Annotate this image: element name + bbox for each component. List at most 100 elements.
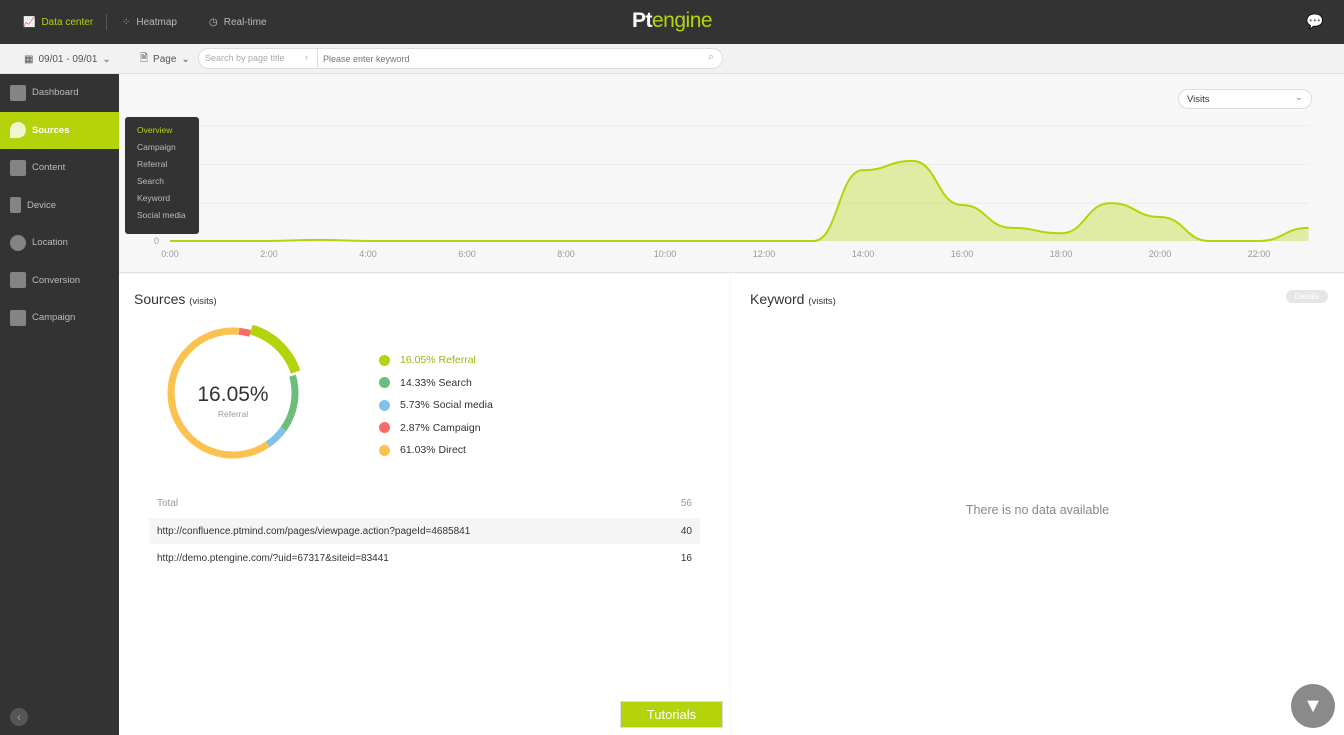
x-tick-label: 10:00 bbox=[654, 249, 677, 259]
filter-button[interactable]: ▼ bbox=[1291, 684, 1335, 728]
page-select-label: Page bbox=[153, 53, 177, 65]
keyword-input[interactable] bbox=[323, 51, 693, 66]
tablet-icon bbox=[10, 197, 21, 214]
table-row[interactable]: http://confluence.ptmind.com/pages/viewp… bbox=[149, 518, 700, 544]
chat-icon[interactable]: 💬 bbox=[1306, 13, 1323, 30]
trend-chart: 0 0:00 2:00 4:00 6:00 8:00 10:00 12:00 14:00 16:0… bbox=[119, 74, 1344, 273]
legend-item[interactable]: 2.87% Campaign bbox=[379, 417, 493, 440]
logo: Ptengine bbox=[632, 9, 713, 32]
search-scope[interactable]: Search by page title bbox=[205, 53, 285, 63]
x-tick-label: 0:00 bbox=[161, 249, 179, 259]
top-bar: 📈 Data center ⁘ Heatmap ◷ Real-time Ptengin… bbox=[0, 0, 1344, 44]
chevron-right-icon: › bbox=[305, 52, 308, 62]
x-tick-label: 22:00 bbox=[1248, 249, 1271, 259]
clock-icon: ◷ bbox=[209, 16, 218, 28]
table-row[interactable]: http://demo.ptengine.com/?uid=67317&site… bbox=[149, 545, 700, 571]
donut-center-label: Referral bbox=[217, 409, 249, 419]
sidebar-item-conversion[interactable]: Conversion bbox=[0, 262, 119, 300]
row-url[interactable]: http://demo.ptengine.com/?uid=67317&site… bbox=[157, 553, 389, 564]
x-tick-label: 8:00 bbox=[557, 249, 575, 259]
row-value: 40 bbox=[680, 525, 692, 537]
legend-dot bbox=[379, 399, 390, 411]
sidebar-label: Sources bbox=[32, 124, 70, 136]
submenu-search[interactable]: Search bbox=[137, 176, 187, 193]
total-row: Total 56 bbox=[149, 490, 700, 516]
chevron-down-icon: ⌄ bbox=[181, 53, 190, 65]
empty-state: There is no data available bbox=[965, 503, 1110, 517]
sidebar-item-content[interactable]: Content bbox=[0, 149, 119, 187]
keyword-title: Keyword (visits) bbox=[750, 291, 836, 307]
chevron-down-icon: ⌄ bbox=[1295, 92, 1303, 103]
sidebar-label: Dashboard bbox=[32, 87, 79, 99]
legend-item[interactable]: 5.73% Social media bbox=[379, 394, 493, 417]
page-select[interactable]: 🗎 Page ⌄ bbox=[140, 44, 190, 74]
row-value: 16 bbox=[680, 552, 692, 564]
donut-slice[interactable] bbox=[238, 327, 252, 337]
sidebar-item-campaign[interactable]: Campaign bbox=[0, 299, 119, 337]
legend-dot bbox=[379, 377, 390, 389]
sidebar-item-location[interactable]: Location bbox=[0, 224, 119, 262]
legend-dot bbox=[379, 422, 390, 434]
legend-item[interactable]: 14.33% Search bbox=[379, 372, 493, 395]
submenu-referral[interactable]: Referral bbox=[137, 159, 187, 176]
search-box: Search by page title › ⌕ bbox=[198, 48, 723, 69]
row-url[interactable]: http://confluence.ptmind.com/pages/viewp… bbox=[157, 526, 470, 537]
keyword-panel: Keyword (visits) Details There is no dat… bbox=[731, 274, 1344, 735]
details-button[interactable]: Details bbox=[1286, 290, 1328, 303]
nav-data-center[interactable]: 📈 Data center bbox=[23, 0, 93, 44]
sidebar-item-device[interactable]: Device bbox=[0, 187, 119, 225]
nav-label: Real-time bbox=[223, 16, 267, 28]
donut-slice[interactable] bbox=[249, 324, 301, 374]
globe-icon bbox=[10, 234, 26, 251]
conversion-icon bbox=[10, 272, 26, 289]
legend-label: 16.05% Referral bbox=[400, 354, 476, 367]
date-range-picker[interactable]: ▦ 09/01 - 09/01 ⌄ bbox=[24, 44, 111, 74]
y-tick-label: 0 bbox=[154, 236, 159, 246]
submenu-campaign[interactable]: Campaign bbox=[137, 142, 187, 159]
sources-legend: 16.05% Referral 14.33% Search 5.73% Soci… bbox=[379, 349, 493, 462]
line-chart-icon: 📈 bbox=[23, 16, 36, 28]
divider bbox=[106, 14, 107, 30]
donut-slice[interactable] bbox=[265, 426, 287, 448]
page-icon: 🗎 bbox=[140, 52, 149, 64]
x-tick-label: 16:00 bbox=[951, 249, 974, 259]
submenu-social-media[interactable]: Social media bbox=[137, 210, 187, 227]
x-tick-label: 12:00 bbox=[753, 249, 776, 259]
donut-center-value: 16.05% bbox=[197, 383, 269, 406]
tutorials-button[interactable]: Tutorials bbox=[620, 701, 723, 728]
legend-item[interactable]: 61.03% Direct bbox=[379, 439, 493, 462]
heatmap-icon: ⁘ bbox=[122, 16, 131, 28]
chevron-down-icon: ⌄ bbox=[102, 53, 111, 65]
droplet-icon bbox=[10, 122, 26, 139]
legend-item[interactable]: 16.05% Referral bbox=[379, 349, 493, 372]
x-tick-label: 20:00 bbox=[1149, 249, 1172, 259]
submenu-overview[interactable]: Overview bbox=[137, 125, 187, 142]
content-icon bbox=[10, 159, 26, 176]
grid-icon bbox=[10, 84, 26, 101]
sidebar-item-dashboard[interactable]: Dashboard bbox=[0, 74, 119, 112]
sidebar-label: Campaign bbox=[32, 312, 76, 324]
area-chart: 00:00 2:00 4:00 6:00 8:00 10:00 12:00 14:00 16:0… bbox=[154, 125, 1309, 259]
sources-submenu: Overview Campaign Referral Search Keywor… bbox=[125, 117, 199, 234]
date-range-label: 09/01 - 09/01 bbox=[38, 53, 98, 65]
x-tick-label: 4:00 bbox=[359, 249, 377, 259]
nav-heatmap[interactable]: ⁘ Heatmap bbox=[122, 0, 177, 44]
submenu-keyword[interactable]: Keyword bbox=[137, 193, 187, 210]
sidebar-item-sources[interactable]: Sources bbox=[0, 111, 119, 149]
total-value: 56 bbox=[680, 497, 692, 509]
collapse-sidebar-icon[interactable]: ‹ bbox=[10, 708, 28, 726]
calendar-icon: ▦ bbox=[24, 53, 34, 65]
x-tick-label: 14:00 bbox=[852, 249, 875, 259]
nav-real-time[interactable]: ◷ Real-time bbox=[209, 0, 267, 44]
search-icon[interactable]: ⌕ bbox=[708, 51, 714, 64]
divider bbox=[317, 49, 318, 68]
legend-label: 14.33% Search bbox=[400, 376, 472, 389]
sidebar-label: Device bbox=[27, 199, 57, 211]
megaphone-icon bbox=[10, 309, 26, 326]
nav-label: Heatmap bbox=[136, 16, 177, 28]
sidebar-label: Content bbox=[32, 162, 66, 174]
metric-select-label: Visits bbox=[1187, 94, 1210, 105]
metric-select[interactable]: Visits ⌄ bbox=[1178, 89, 1312, 109]
total-label: Total bbox=[157, 497, 179, 509]
sidebar-label: Conversion bbox=[32, 274, 81, 286]
